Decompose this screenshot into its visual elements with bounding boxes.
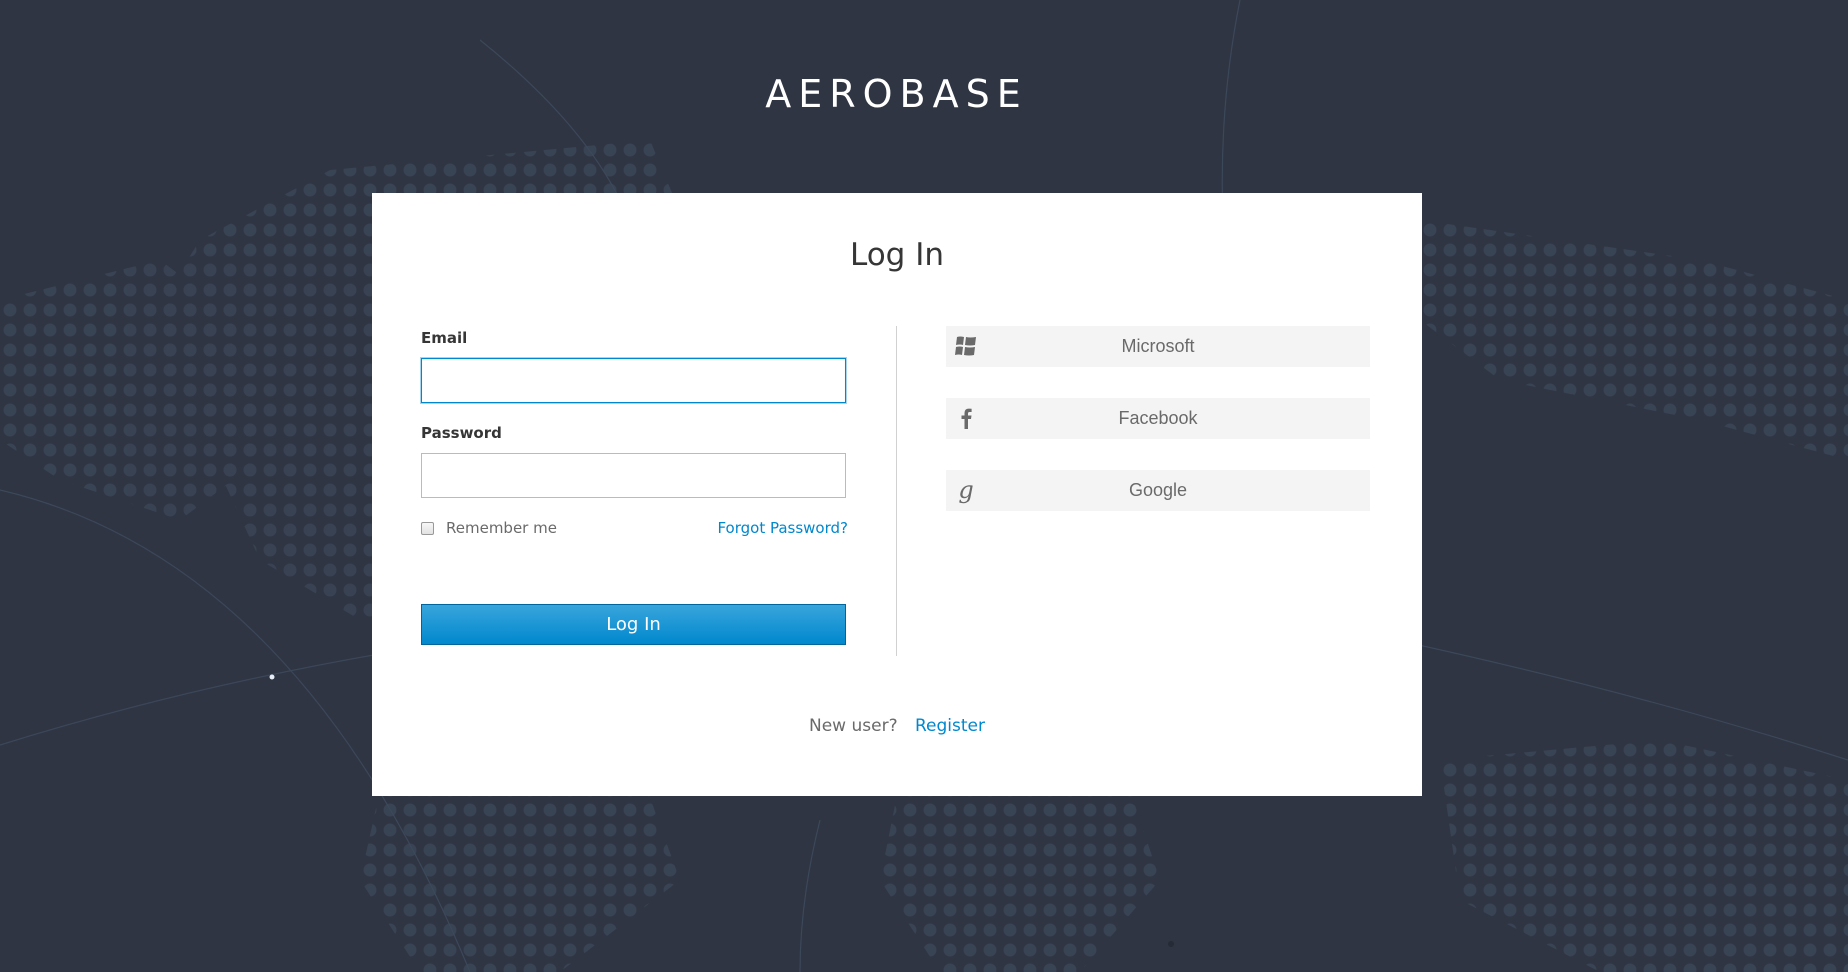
microsoft-login-button[interactable]: Microsoft [946,326,1370,367]
remember-me-row: Remember me [421,519,557,537]
password-field[interactable] [421,453,846,498]
facebook-label: Facebook [1118,408,1198,428]
remember-me-label[interactable]: Remember me [446,519,557,537]
facebook-login-button[interactable]: Facebook [946,398,1370,439]
forgot-password-link[interactable]: Forgot Password? [717,519,848,537]
login-card: Log In Email Password Remember me Forgot… [372,193,1422,796]
google-label: Google [1128,480,1188,500]
register-footer: New user? Register [372,716,1422,736]
register-link[interactable]: Register [915,716,985,736]
remember-me-checkbox[interactable] [421,521,434,535]
new-user-text: New user? [809,716,898,736]
brand-logo-text: AEROBASE [765,72,1028,116]
password-label: Password [421,424,502,442]
column-divider [896,326,897,656]
email-label: Email [421,329,468,347]
page-title: Log In [849,237,944,273]
google-login-button[interactable]: g Google [946,470,1370,511]
email-field[interactable] [421,358,846,403]
microsoft-label: Microsoft [1121,336,1195,356]
login-button[interactable]: Log In [421,604,846,645]
